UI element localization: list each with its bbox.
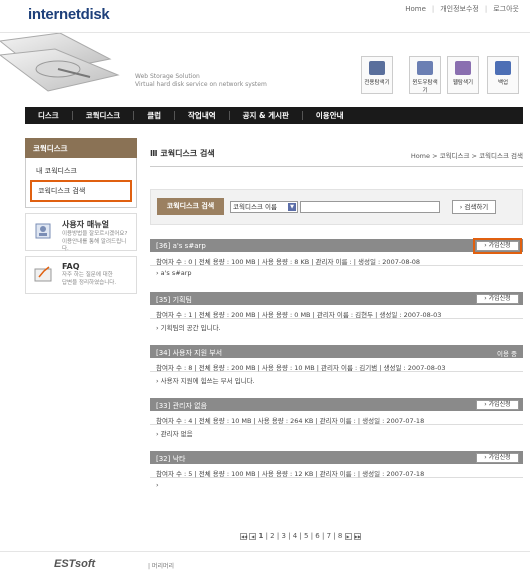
list-item: [36] a's s#arp › 가입신청 참여자 수 : 0 | 전체 용량 :… (150, 238, 523, 280)
manual-icon (35, 223, 51, 239)
entry-title-bar: [32] 낙타 › 가입신청 (150, 451, 523, 464)
backup-icon (495, 61, 511, 75)
join-request-button[interactable]: › 가입신청 (476, 453, 519, 463)
page-3[interactable]: 3 (281, 532, 285, 540)
list-item: [34] 사용자 지원 부서 이용 중 참여자 수 : 8 | 전체 용량 : 2… (150, 345, 523, 386)
footer-logo: ESTsoft (54, 558, 96, 570)
nav-notice-board[interactable]: 공지 & 게시판 (230, 111, 303, 120)
entry-description: › a's s#arp (156, 269, 192, 277)
web-explorer-icon (455, 61, 471, 75)
nav-cowork-disk[interactable]: 코웍디스크 (73, 111, 135, 120)
entry-title-bar: [35] 기획팀 › 가입신청 (150, 292, 523, 305)
site-logo[interactable]: internetdisk (28, 6, 110, 23)
entry-description: › 사용자 지원에 힘쓰는 부서 입니다. (156, 377, 255, 385)
top-links: Home | 개인정보수정 | 로그아웃 (402, 4, 522, 14)
list-item: [33] 관리자 없음 › 가입신청 참여자 수 : 4 | 전체 용량 : 10… (150, 398, 523, 439)
nav-guide[interactable]: 이용안내 (303, 111, 357, 120)
entry-stats: 참여자 수 : 0 | 전체 용량 : 100 MB | 사용 용량 : 8 K… (150, 252, 523, 266)
entry-title-bar: [33] 관리자 없음 › 가입신청 (150, 398, 523, 411)
divider (150, 166, 523, 167)
page-4[interactable]: 4 (293, 532, 297, 540)
window-explorer-icon (417, 61, 433, 75)
page-7[interactable]: 7 (327, 532, 331, 540)
search-type-select[interactable]: 코웍디스크 이름 ▼ (230, 201, 298, 213)
entry-title-bar: [34] 사용자 지원 부서 이용 중 (150, 345, 523, 358)
entry-stats: 참여자 수 : 5 | 전체 용량 : 100 MB | 사용 용량 : 12 … (150, 464, 523, 478)
chevron-down-icon: ▼ (288, 203, 296, 211)
breadcrumb: Home > 코웍디스크 > 코웍디스크 검색 (410, 152, 523, 160)
pagination: ◀◀ ◀ 1 | 2 | 3 | 4 | 5 | 6 | 7 | 8 ▶ ▶▶ (240, 532, 361, 540)
faq-icon (34, 266, 52, 282)
backup-button[interactable]: 백업 (487, 56, 519, 94)
join-request-button[interactable]: › 가입신청 (473, 238, 522, 254)
search-button[interactable]: › 검색하기 (452, 200, 496, 214)
footer-copyright: | 머리머리 (148, 563, 175, 570)
search-box: 코웍디스크 검색 코웍디스크 이름 ▼ › 검색하기 (150, 189, 523, 225)
logout-link[interactable]: 로그아웃 (490, 5, 522, 13)
entry-stats: 참여자 수 : 1 | 전체 용량 : 200 MB | 사용 용량 : 0 M… (150, 305, 523, 319)
search-input[interactable] (300, 201, 440, 213)
join-request-button[interactable]: › 가입신청 (476, 400, 519, 410)
web-explorer-button[interactable]: 웹탐색기 (447, 56, 479, 94)
main-nav: 디스크 코웍디스크 클럽 작업내역 공지 & 게시판 이용안내 (25, 107, 523, 124)
hard-disk-illustration (0, 33, 120, 92)
next-page-icon[interactable]: ▶ (344, 532, 352, 540)
home-link[interactable]: Home (402, 5, 429, 13)
entry-description: › (156, 481, 159, 489)
sidebar-item-my-cowork-disk[interactable]: 내 코웍디스크 (30, 162, 132, 180)
entry-description: › 관리자 없음 (156, 430, 193, 438)
prev-page-icon[interactable]: ◀ (249, 532, 257, 540)
page-5[interactable]: 5 (304, 532, 308, 540)
nav-work-history[interactable]: 작업내역 (175, 111, 230, 120)
user-manual-box[interactable]: 사용자 매뉴얼 이용방법을 잘모르시겠어요? 이용안내를 통해 알려드립니다. (25, 213, 137, 252)
sidebar-menu: 내 코웍디스크 코웍디스크 검색 (25, 158, 137, 208)
page-1[interactable]: 1 (258, 532, 263, 540)
entry-stats: 참여자 수 : 4 | 전체 용량 : 10 MB | 사용 용량 : 264 … (150, 411, 523, 425)
explorer-icon (369, 61, 385, 75)
join-request-button[interactable]: › 가입신청 (476, 294, 519, 304)
list-item: [32] 낙타 › 가입신청 참여자 수 : 5 | 전체 용량 : 100 MB… (150, 451, 523, 492)
page-8[interactable]: 8 (338, 532, 342, 540)
first-page-icon[interactable]: ◀◀ (240, 532, 247, 540)
faq-box[interactable]: FAQ 자주 하는 질문에 대한 답변을 정리하였습니다. (25, 256, 137, 294)
search-label: 코웍디스크 검색 (157, 198, 224, 215)
sidebar-heading: 코웍디스크 (25, 138, 137, 158)
page-2[interactable]: 2 (270, 532, 274, 540)
in-use-status: 이용 중 (496, 350, 517, 358)
entry-stats: 참여자 수 : 8 | 전체 용량 : 200 MB | 사용 용량 : 10 … (150, 358, 523, 372)
nav-disk[interactable]: 디스크 (25, 111, 73, 120)
main-content: Ⅲ 코웍디스크 검색 Home > 코웍디스크 > 코웍디스크 검색 코웍디스크… (150, 148, 523, 492)
entry-title-bar: [36] a's s#arp › 가입신청 (150, 238, 523, 254)
edit-profile-link[interactable]: 개인정보수정 (437, 5, 482, 13)
nav-club[interactable]: 클럽 (134, 111, 176, 120)
entry-description: › 기획팀의 공간 입니다. (156, 324, 221, 332)
sidebar: 코웍디스크 내 코웍디스크 코웍디스크 검색 사용자 매뉴얼 이용방법을 잘모르… (25, 138, 137, 294)
explorer-button[interactable]: 전용탐색기 (361, 56, 393, 94)
window-explorer-button[interactable]: 윈도우탐색기 (409, 56, 441, 94)
page-6[interactable]: 6 (315, 532, 319, 540)
sidebar-item-cowork-disk-search[interactable]: 코웍디스크 검색 (30, 180, 132, 202)
slogan: Web Storage Solution Virtual hard disk s… (135, 73, 267, 88)
list-item: [35] 기획팀 › 가입신청 참여자 수 : 1 | 전체 용량 : 200 M… (150, 292, 523, 333)
last-page-icon[interactable]: ▶▶ (353, 532, 361, 540)
